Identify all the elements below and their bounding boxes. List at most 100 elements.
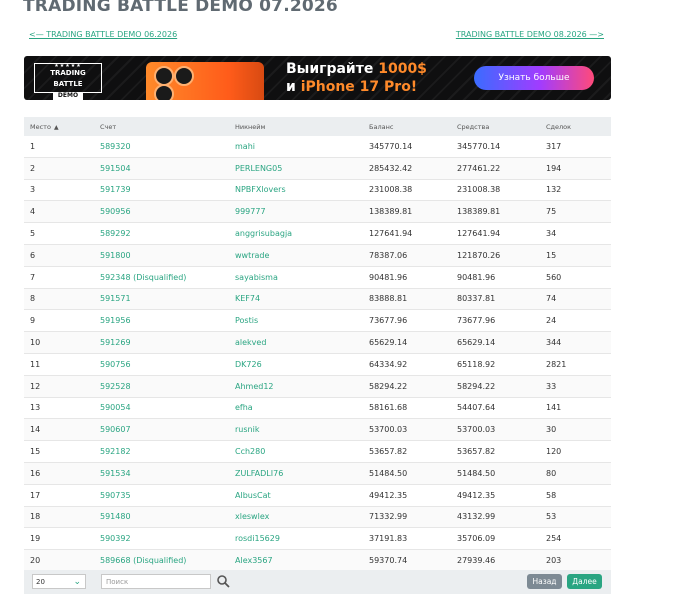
cell-account[interactable]: 591534 xyxy=(94,462,229,485)
promo-banner[interactable]: ★★★★★ TRADING BATTLE DEMO Выиграйте 1000… xyxy=(24,56,611,100)
cell-nickname[interactable]: ZULFADLI76 xyxy=(229,462,363,485)
camera-lens-icon xyxy=(154,66,174,86)
prev-battle-link[interactable]: <— TRADING BATTLE DEMO 06.2026 xyxy=(29,30,177,39)
cell-account[interactable]: 589292 xyxy=(94,222,229,245)
column-header-balance[interactable]: Баланс xyxy=(363,117,451,136)
cell-balance: 53657.82 xyxy=(363,440,451,463)
cell-nickname[interactable]: mahi xyxy=(229,136,363,158)
chevron-down-icon: ⌄ xyxy=(73,577,81,587)
cell-account[interactable]: 591480 xyxy=(94,506,229,529)
next-page-button[interactable]: Далее xyxy=(567,574,602,589)
cell-nickname[interactable]: PERLENG05 xyxy=(229,157,363,180)
cell-place: 5 xyxy=(24,222,94,245)
table-row: 3 591739 NPBFXlovers 231008.38 231008.38 132 xyxy=(24,179,611,202)
cell-account[interactable]: 591739 xyxy=(94,179,229,202)
cell-trades: 203 xyxy=(540,549,611,572)
table-header-row: Место ▲ Счет Никнейм Баланс Средства Сдел… xyxy=(24,117,611,136)
table-row: 6 591800 wwtrade 78387.06 121870.26 15 xyxy=(24,244,611,267)
cell-balance: 51484.50 xyxy=(363,462,451,485)
cell-trades: 53 xyxy=(540,506,611,529)
cell-place: 8 xyxy=(24,288,94,311)
table-row: 14 590607 rusnik 53700.03 53700.03 30 xyxy=(24,418,611,442)
cell-trades: 75 xyxy=(540,200,611,224)
learn-more-button[interactable]: Узнать больше xyxy=(474,66,594,90)
cell-nickname[interactable]: Ahmed12 xyxy=(229,375,363,398)
cell-account[interactable]: 591800 xyxy=(94,244,229,267)
cell-place: 20 xyxy=(24,549,94,572)
cell-nickname[interactable]: wwtrade xyxy=(229,244,363,267)
cell-nickname[interactable]: Postis xyxy=(229,309,363,333)
next-battle-link[interactable]: TRADING BATTLE DEMO 08.2026 —> xyxy=(456,30,604,39)
cell-equity: 53657.82 xyxy=(451,440,540,463)
cell-trades: 560 xyxy=(540,266,611,289)
cell-nickname[interactable]: efha xyxy=(229,397,363,420)
badge-subtitle: DEMO xyxy=(52,92,84,100)
cell-nickname[interactable]: rosdi15629 xyxy=(229,527,363,551)
cell-account[interactable]: 590054 xyxy=(94,397,229,420)
table-row: 2 591504 PERLENG05 285432.42 277461.22 194 xyxy=(24,157,611,180)
cell-place: 1 xyxy=(24,136,94,158)
cell-balance: 58294.22 xyxy=(363,375,451,398)
column-header-place[interactable]: Место ▲ xyxy=(24,117,94,136)
cell-account[interactable]: 591956 xyxy=(94,309,229,333)
cell-equity: 49412.35 xyxy=(451,484,540,507)
table-row: 17 590735 AlbusCat 49412.35 49412.35 58 xyxy=(24,484,611,507)
column-header-account[interactable]: Счет xyxy=(94,117,229,136)
cell-nickname[interactable]: alekved xyxy=(229,331,363,354)
search-input[interactable] xyxy=(101,574,211,589)
cell-balance: 73677.96 xyxy=(363,309,451,333)
cell-balance: 49412.35 xyxy=(363,484,451,507)
cell-account[interactable]: 592528 xyxy=(94,375,229,398)
column-header-equity[interactable]: Средства xyxy=(451,117,540,136)
table-row: 20 589668 (Disqualified) Alex3567 59370.74 2… xyxy=(24,549,611,572)
cell-account[interactable]: 591269 xyxy=(94,331,229,354)
cell-equity: 345770.14 xyxy=(451,136,540,158)
cell-balance: 59370.74 xyxy=(363,549,451,572)
cell-balance: 83888.81 xyxy=(363,288,451,311)
cell-nickname[interactable]: 999777 xyxy=(229,200,363,224)
column-header-trades[interactable]: Сделок xyxy=(540,117,611,136)
cell-place: 14 xyxy=(24,418,94,442)
cell-nickname[interactable]: anggrisubagja xyxy=(229,222,363,245)
prev-page-button[interactable]: Назад xyxy=(527,574,562,589)
cell-nickname[interactable]: Alex3567 xyxy=(229,549,363,572)
table-row: 1 589320 mahi 345770.14 345770.14 317 xyxy=(24,136,611,158)
cell-nickname[interactable]: KEF74 xyxy=(229,288,363,311)
cell-balance: 58161.68 xyxy=(363,397,451,420)
cell-balance: 64334.92 xyxy=(363,353,451,376)
cell-account[interactable]: 590756 xyxy=(94,353,229,376)
cell-balance: 53700.03 xyxy=(363,418,451,442)
camera-lens-icon xyxy=(174,66,194,86)
cell-nickname[interactable]: xleswlex xyxy=(229,506,363,529)
cell-account[interactable]: 591504 xyxy=(94,157,229,180)
column-header-nickname[interactable]: Никнейм xyxy=(229,117,363,136)
cell-equity: 80337.81 xyxy=(451,288,540,311)
cell-place: 4 xyxy=(24,200,94,224)
cell-nickname[interactable]: AlbusCat xyxy=(229,484,363,507)
cell-account[interactable]: 590392 xyxy=(94,527,229,551)
cell-place: 10 xyxy=(24,331,94,354)
cell-account[interactable]: 590607 xyxy=(94,418,229,442)
cell-balance: 138389.81 xyxy=(363,200,451,224)
cell-account[interactable]: 589320 xyxy=(94,136,229,158)
cell-trades: 34 xyxy=(540,222,611,245)
camera-lens-icon xyxy=(154,84,174,100)
cell-equity: 51484.50 xyxy=(451,462,540,485)
cell-balance: 285432.42 xyxy=(363,157,451,180)
cell-account[interactable]: 592348 (Disqualified) xyxy=(94,266,229,289)
page-size-select[interactable]: 20 ⌄ xyxy=(32,574,86,589)
cell-place: 18 xyxy=(24,506,94,529)
search-icon[interactable] xyxy=(216,574,230,588)
cell-account[interactable]: 590956 xyxy=(94,200,229,224)
cell-balance: 127641.94 xyxy=(363,222,451,245)
cell-nickname[interactable]: sayabisma xyxy=(229,266,363,289)
promo-text: Выиграйте 1000$ и iPhone 17 Pro! xyxy=(286,60,427,96)
cell-account[interactable]: 589668 (Disqualified) xyxy=(94,549,229,572)
cell-account[interactable]: 592182 xyxy=(94,440,229,463)
cell-nickname[interactable]: DK726 xyxy=(229,353,363,376)
cell-nickname[interactable]: Cch280 xyxy=(229,440,363,463)
cell-nickname[interactable]: NPBFXlovers xyxy=(229,179,363,202)
cell-nickname[interactable]: rusnik xyxy=(229,418,363,442)
cell-account[interactable]: 590735 xyxy=(94,484,229,507)
cell-account[interactable]: 591571 xyxy=(94,288,229,311)
